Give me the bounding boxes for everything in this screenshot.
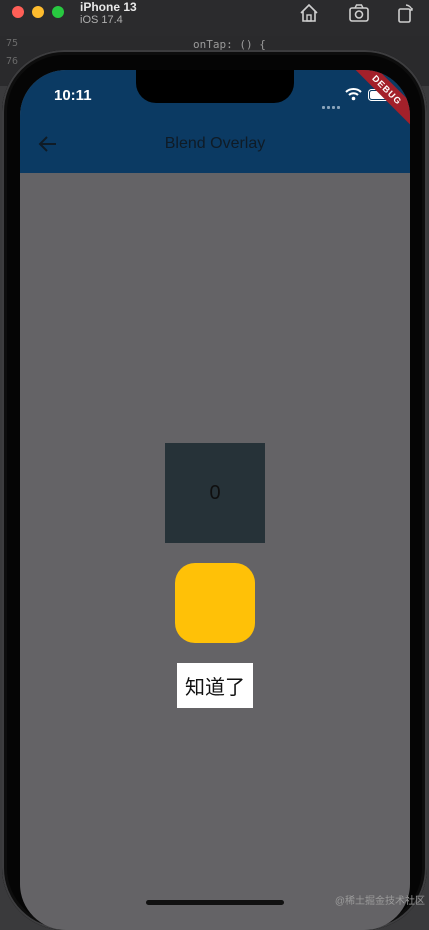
counter-box: 0 (165, 443, 265, 543)
simulator-title-bar: iPhone 13 iOS 17.4 (0, 0, 429, 37)
phone-screen: 10:11 DEBUG Blend Overlay 0 知道了 (20, 70, 410, 930)
close-window-button[interactable] (12, 6, 24, 18)
rotate-icon[interactable] (394, 2, 416, 24)
home-indicator (146, 900, 284, 905)
yellow-rounded-button[interactable] (175, 563, 255, 643)
app-bar: 10:11 DEBUG Blend Overlay (20, 70, 410, 173)
cellular-signal-icon (322, 96, 346, 109)
counter-value: 0 (209, 481, 221, 504)
line-number: 76 (6, 56, 19, 67)
watermark: @稀土掘金技术社区 (334, 896, 425, 907)
status-time: 10:11 (54, 87, 92, 104)
line-number: 75 (6, 38, 19, 49)
zoom-window-button[interactable] (52, 6, 64, 18)
simulator-os-version: iOS 17.4 (80, 14, 123, 26)
minimize-window-button[interactable] (32, 6, 44, 18)
got-it-button[interactable]: 知道了 (177, 663, 253, 708)
wifi-icon (345, 87, 362, 101)
notch (136, 70, 294, 103)
home-icon[interactable] (298, 2, 320, 24)
screenshot-icon[interactable] (348, 2, 370, 24)
simulator-device-name: iPhone 13 (80, 0, 137, 14)
page-title: Blend Overlay (164, 135, 266, 152)
